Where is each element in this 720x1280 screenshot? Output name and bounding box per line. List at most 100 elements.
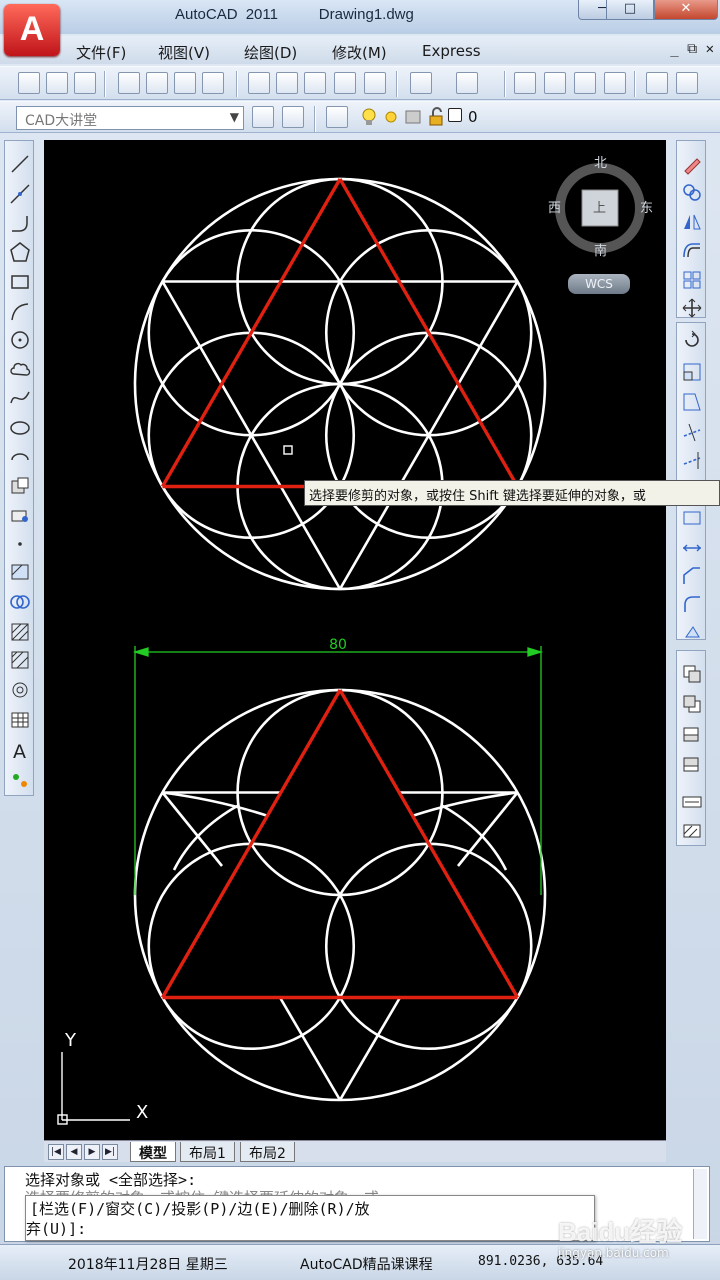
layer-viewport-icon[interactable] (402, 106, 424, 128)
ellipse-arc-icon[interactable] (9, 447, 31, 469)
extend-icon[interactable] (681, 449, 703, 471)
menu-draw[interactable]: 绘图(D) (244, 42, 297, 63)
save-icon[interactable] (74, 72, 96, 94)
print-icon[interactable] (118, 72, 140, 94)
ellipse-icon[interactable] (9, 417, 31, 439)
make-block-icon[interactable] (9, 503, 31, 525)
viewcube-east[interactable]: 东 (640, 197, 653, 216)
arc-icon[interactable] (9, 301, 31, 323)
new-file-icon[interactable] (18, 72, 40, 94)
undo-icon[interactable] (410, 72, 432, 94)
bring-above-icon[interactable] (681, 723, 703, 745)
redo-icon[interactable] (456, 72, 478, 94)
match-properties-icon[interactable] (334, 72, 356, 94)
rectangle-icon[interactable] (9, 271, 31, 293)
offset-icon[interactable] (681, 239, 703, 261)
workspace-dropdown[interactable]: CAD大讲堂 ▼ (16, 106, 244, 130)
design-center-icon[interactable] (676, 72, 698, 94)
document-window-controls[interactable]: _ ⧉ ✕ (670, 41, 714, 57)
zoom-realtime-icon[interactable] (544, 72, 566, 94)
publish-icon[interactable] (174, 72, 196, 94)
polyline-icon[interactable] (9, 213, 31, 235)
construction-line-icon[interactable] (9, 183, 31, 205)
join-icon[interactable] (681, 537, 703, 559)
paste-icon[interactable] (304, 72, 326, 94)
mirror-icon[interactable] (681, 211, 703, 233)
print-preview-icon[interactable] (146, 72, 168, 94)
layer-thaw-sun-icon[interactable] (380, 106, 402, 128)
maximize-button[interactable]: □ (606, 0, 654, 20)
wcs-menu-button[interactable]: WCS (568, 274, 630, 294)
close-button[interactable]: ✕ (654, 0, 718, 20)
zoom-previous-icon[interactable] (604, 72, 626, 94)
point-icon[interactable] (9, 533, 31, 555)
last-layout-icon[interactable]: ▶| (102, 1144, 118, 1160)
hatch-icon[interactable] (9, 561, 31, 583)
region-icon[interactable] (9, 591, 31, 613)
next-layout-icon[interactable]: ▶ (84, 1144, 100, 1160)
menu-view[interactable]: 视图(V) (158, 42, 210, 63)
tab-layout1[interactable]: 布局1 (180, 1142, 235, 1162)
toolbar-separator (236, 71, 238, 97)
copy-object-icon[interactable] (681, 181, 703, 203)
first-layout-icon[interactable]: |◀ (48, 1144, 64, 1160)
gradient-icon[interactable] (9, 621, 31, 643)
text-to-front-icon[interactable] (681, 791, 703, 813)
table-draw-icon[interactable] (9, 679, 31, 701)
menu-file[interactable]: 文件(F) (76, 42, 126, 63)
pan-icon[interactable] (514, 72, 536, 94)
viewcube-south[interactable]: 南 (594, 240, 607, 259)
send-to-back-icon[interactable] (681, 693, 703, 715)
chamfer-icon[interactable] (681, 565, 703, 587)
polygon-icon[interactable] (9, 241, 31, 263)
properties-icon[interactable] (646, 72, 668, 94)
viewcube-west[interactable]: 西 (548, 197, 561, 216)
rotate-icon[interactable] (681, 329, 703, 351)
zoom-window-icon[interactable] (574, 72, 596, 94)
scale-icon[interactable] (681, 361, 703, 383)
line-icon[interactable] (9, 153, 31, 175)
array-icon[interactable] (681, 269, 703, 291)
insert-block-icon[interactable] (9, 475, 31, 497)
block-editor-icon[interactable] (364, 72, 386, 94)
multiline-text-icon[interactable]: A (9, 739, 31, 763)
layer-on-bulb-icon[interactable] (358, 106, 380, 128)
spline-icon[interactable] (9, 387, 31, 409)
send-under-icon[interactable] (681, 753, 703, 775)
explode-icon[interactable] (681, 621, 703, 643)
app-name: AutoCAD 2011 (175, 6, 278, 23)
drawing-canvas[interactable]: 80 Y X 北 南 西 东 上 WCS (44, 140, 666, 1140)
stretch-icon[interactable] (681, 391, 703, 413)
workspace-settings-gear-icon[interactable] (252, 106, 274, 128)
customize-workspace-icon[interactable] (282, 106, 304, 128)
circle-icon[interactable] (9, 329, 31, 351)
table-icon[interactable] (9, 709, 31, 731)
cut-icon[interactable] (248, 72, 270, 94)
boundary-icon[interactable] (9, 649, 31, 671)
viewcube[interactable]: 北 南 西 东 上 (548, 152, 653, 262)
viewcube-top-face[interactable]: 上 (593, 197, 606, 216)
add-selected-icon[interactable] (9, 769, 31, 791)
open-file-icon[interactable] (46, 72, 68, 94)
copy-icon[interactable] (276, 72, 298, 94)
prev-layout-icon[interactable]: ◀ (66, 1144, 82, 1160)
tab-model[interactable]: 模型 (130, 1142, 176, 1162)
layer-properties-icon[interactable] (326, 106, 348, 128)
3d-dwf-icon[interactable] (202, 72, 224, 94)
fillet-icon[interactable] (681, 593, 703, 615)
trim-icon[interactable] (681, 421, 703, 443)
break-at-point-icon[interactable] (681, 507, 703, 529)
application-menu-button[interactable]: A (4, 4, 60, 56)
command-prompt-box[interactable]: [栏选(F)/窗交(C)/投影(P)/边(E)/删除(R)/放 弃(U)]: (25, 1195, 595, 1241)
revision-cloud-icon[interactable] (9, 359, 31, 381)
erase-icon[interactable] (681, 153, 703, 175)
menu-modify[interactable]: 修改(M) (332, 42, 387, 63)
tab-layout2[interactable]: 布局2 (240, 1142, 295, 1162)
move-icon[interactable] (681, 297, 703, 319)
layer-color-swatch-icon[interactable] (448, 108, 462, 122)
layer-unlock-icon[interactable] (426, 106, 448, 128)
menu-express[interactable]: Express (422, 42, 481, 60)
viewcube-north[interactable]: 北 (594, 152, 607, 171)
bring-to-front-icon[interactable] (681, 663, 703, 685)
hatch-to-back-icon[interactable] (681, 821, 703, 843)
